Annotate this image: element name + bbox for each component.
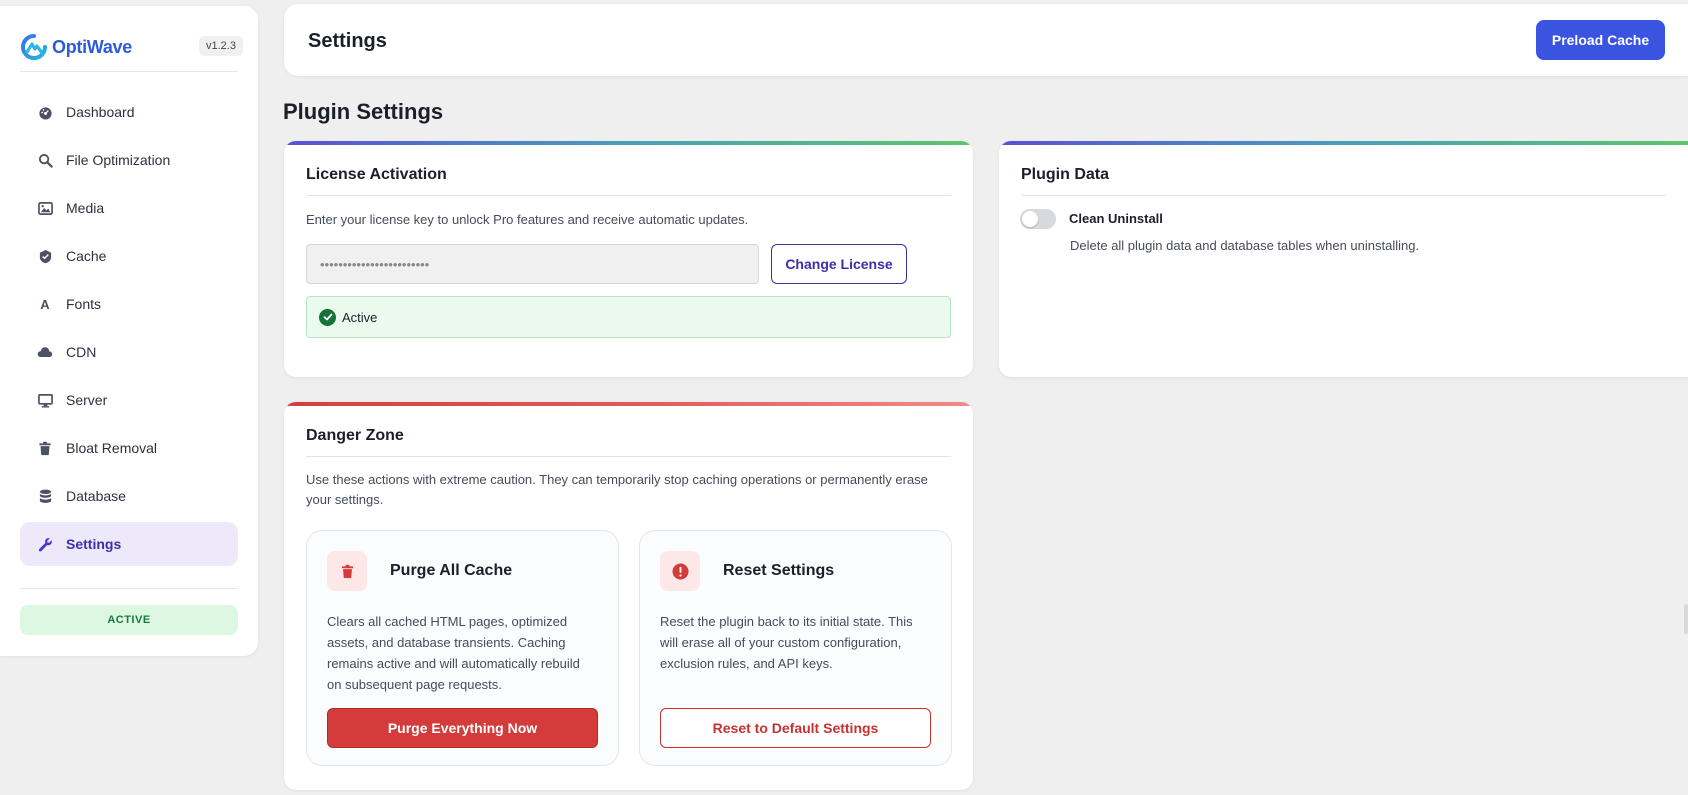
plugin-status-badge: ACTIVE <box>20 605 238 635</box>
card-divider <box>306 195 951 196</box>
sidebar-item-media[interactable]: Media <box>20 186 238 230</box>
reset-settings-title: Reset Settings <box>723 562 835 579</box>
license-description: Enter your license key to unlock Pro fea… <box>306 212 749 227</box>
purge-cache-panel: Purge All Cache Clears all cached HTML p… <box>306 530 619 766</box>
sidebar-divider <box>20 71 238 72</box>
page-title: Settings <box>308 30 387 52</box>
sidebar-item-file-optimization[interactable]: File Optimization <box>20 138 238 182</box>
sidebar-item-cdn[interactable]: CDN <box>20 330 238 374</box>
sidebar-item-label: Bloat Removal <box>66 440 158 456</box>
reset-settings-panel: Reset Settings Reset the plugin back to … <box>639 530 952 766</box>
danger-description: Use these actions with extreme caution. … <box>306 470 951 510</box>
card-accent-bar <box>999 141 1688 145</box>
version-badge: v1.2.3 <box>199 36 243 56</box>
card-title: Plugin Data <box>1021 166 1110 183</box>
card-accent-bar <box>284 402 973 406</box>
sidebar-item-label: Settings <box>66 536 122 552</box>
sidebar-item-label: Fonts <box>66 296 102 312</box>
sidebar-item-database[interactable]: Database <box>20 474 238 518</box>
cache-icon <box>37 248 53 264</box>
sidebar-item-label: Database <box>66 488 126 504</box>
clean-uninstall-description: Delete all plugin data and database tabl… <box>1070 238 1420 253</box>
dashboard-icon <box>37 104 53 120</box>
sidebar-item-cache[interactable]: Cache <box>20 234 238 278</box>
section-title: Plugin Settings <box>283 99 444 124</box>
sidebar-item-bloat-removal[interactable]: Bloat Removal <box>20 426 238 470</box>
sidebar-item-server[interactable]: Server <box>20 378 238 422</box>
reset-settings-description: Reset the plugin back to its initial sta… <box>660 614 913 671</box>
sidebar: OptiWave v1.2.3 Dashboard File Optimizat… <box>0 6 258 656</box>
magnifier-icon <box>37 152 53 168</box>
sidebar-item-dashboard[interactable]: Dashboard <box>20 90 238 134</box>
card-title: Danger Zone <box>306 427 404 444</box>
sidebar-item-label: Dashboard <box>66 104 135 120</box>
sidebar-divider <box>20 588 238 589</box>
purge-cache-title: Purge All Cache <box>390 562 513 579</box>
sidebar-item-label: CDN <box>66 344 97 360</box>
monitor-icon <box>37 392 53 408</box>
card-divider <box>306 456 951 457</box>
wrench-icon <box>37 536 53 552</box>
card-divider <box>1021 195 1666 196</box>
clean-uninstall-toggle[interactable] <box>1020 209 1056 229</box>
sidebar-item-label: File Optimization <box>66 152 171 168</box>
license-key-input[interactable] <box>306 244 759 284</box>
clean-uninstall-label: Clean Uninstall <box>1069 211 1163 226</box>
sidebar-nav: Dashboard File Optimization Media Cache … <box>20 90 238 570</box>
cloud-icon <box>37 344 53 360</box>
preload-cache-button[interactable]: Preload Cache <box>1536 20 1665 60</box>
sidebar-item-label: Media <box>66 200 105 216</box>
reset-default-settings-button[interactable]: Reset to Default Settings <box>660 708 931 748</box>
trash-icon <box>37 440 53 456</box>
purge-everything-button[interactable]: Purge Everything Now <box>327 708 598 748</box>
sidebar-item-label: Cache <box>66 248 107 264</box>
trash-icon <box>327 551 367 591</box>
plugin-data-card: Plugin Data Clean Uninstall Delete all p… <box>999 141 1688 377</box>
brand-name: OptiWave <box>52 36 132 57</box>
license-status-text: Active <box>342 309 378 325</box>
sidebar-item-settings[interactable]: Settings <box>20 522 238 566</box>
brand[interactable]: OptiWave <box>21 34 132 60</box>
change-license-button[interactable]: Change License <box>771 244 907 284</box>
danger-description-line: your settings. <box>306 492 384 507</box>
danger-description-line: Use these actions with extreme caution. … <box>306 472 928 487</box>
sidebar-item-label: Server <box>66 392 108 408</box>
card-title: License Activation <box>306 166 447 183</box>
optiwave-logo-icon <box>21 34 47 60</box>
license-status-box: Active <box>306 296 951 338</box>
font-icon: A <box>40 296 50 312</box>
top-header: Settings <box>284 4 1688 76</box>
image-icon <box>37 200 53 216</box>
scrollbar-handle[interactable] <box>1684 604 1688 634</box>
alert-circle-icon <box>660 551 700 591</box>
check-circle-icon <box>319 308 336 326</box>
card-accent-bar <box>284 141 973 145</box>
purge-cache-description: Clears all cached HTML pages, optimized … <box>327 614 580 692</box>
database-icon <box>37 488 53 504</box>
license-activation-card: License Activation Enter your license ke… <box>284 141 973 377</box>
toggle-knob <box>1022 211 1038 227</box>
sidebar-item-fonts[interactable]: A Fonts <box>20 282 238 326</box>
danger-zone-card: Danger Zone Use these actions with extre… <box>284 402 973 790</box>
